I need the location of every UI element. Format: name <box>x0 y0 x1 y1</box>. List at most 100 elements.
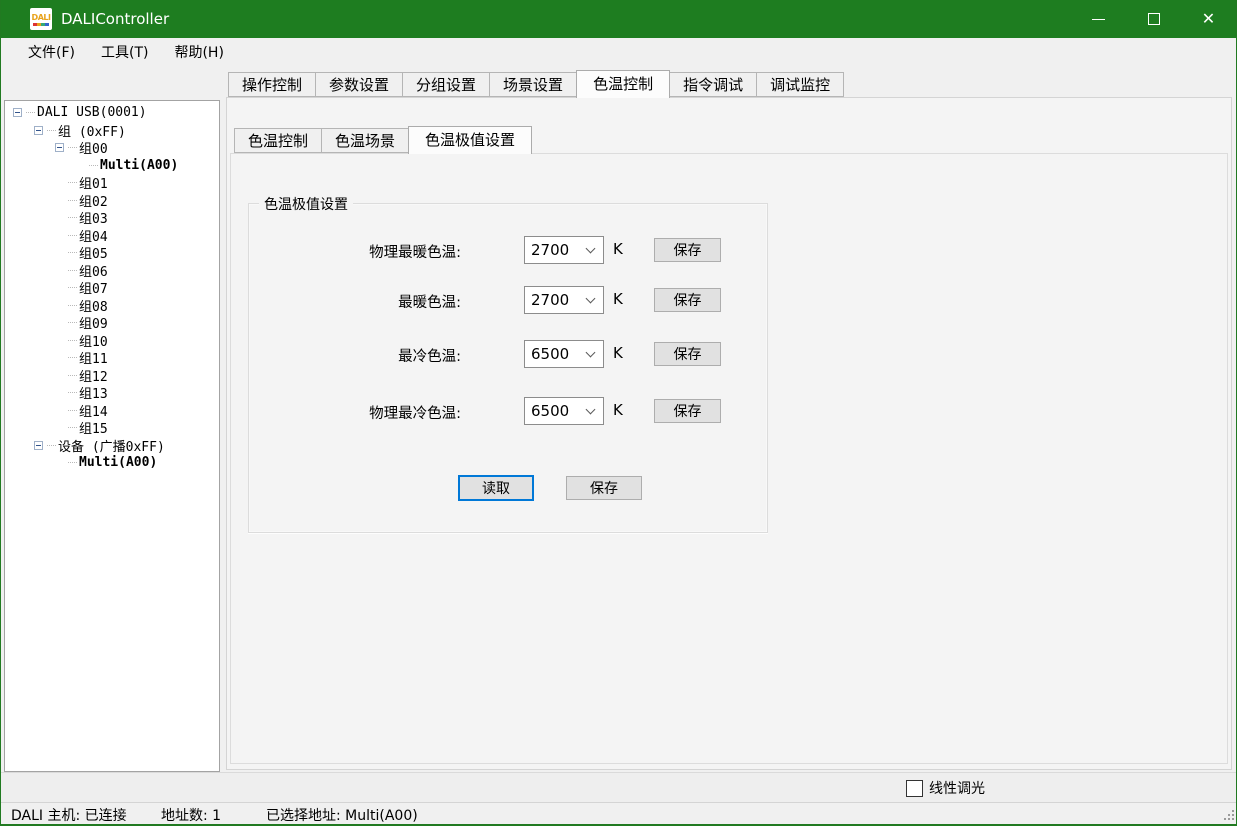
ct-field-row: 物理最冷色温: 6500 K 保存 <box>249 397 767 425</box>
chevron-down-icon[interactable] <box>586 244 596 254</box>
close-button[interactable]: ✕ <box>1181 0 1236 38</box>
field-label: 物理最冷色温: <box>249 402 461 423</box>
ct-limits-page: 色温极值设置 物理最暖色温: 2700 K 保存 最暖色温: 2700 <box>230 153 1228 764</box>
tree-connector <box>68 287 77 288</box>
tree-item-label: 组 (0xFF) <box>58 121 126 140</box>
resize-grip-icon[interactable] <box>1232 818 1234 820</box>
tree-connector <box>26 112 35 113</box>
tree-item-label: 组14 <box>79 401 108 420</box>
tree-connector <box>68 427 77 428</box>
tree-collapse-icon[interactable] <box>13 108 22 117</box>
maximize-icon <box>1148 13 1160 25</box>
maximize-button[interactable] <box>1126 0 1181 38</box>
main-tab-strip: 操作控制参数设置分组设置场景设置色温控制指令调试调试监控 <box>228 70 843 98</box>
unit-label: K <box>613 344 623 362</box>
tree-item[interactable]: Multi(A00) <box>5 454 219 472</box>
tree-connector <box>68 305 77 306</box>
tree-item[interactable]: 组00 <box>5 139 219 157</box>
main-tab[interactable]: 操作控制 <box>228 72 316 97</box>
menubar: 文件(F) 工具(T) 帮助(H) <box>1 38 1236 68</box>
minimize-button[interactable] <box>1071 0 1126 38</box>
tree-item[interactable]: 组15 <box>5 419 219 437</box>
tree-item-label: 组06 <box>79 261 108 280</box>
tree-item[interactable]: 组02 <box>5 192 219 210</box>
groupbox-title: 色温极值设置 <box>259 194 353 214</box>
tree-connector <box>68 200 77 201</box>
menu-item[interactable]: 文件(F) <box>23 39 80 67</box>
tree-item[interactable]: 组04 <box>5 227 219 245</box>
chevron-down-icon[interactable] <box>586 405 596 415</box>
tree-collapse-icon[interactable] <box>34 126 43 135</box>
ct-field-row: 最冷色温: 6500 K 保存 <box>249 340 767 368</box>
tree-item[interactable]: 组03 <box>5 209 219 227</box>
host-status: DALI 主机: 已连接 <box>11 805 127 825</box>
tree-collapse-icon[interactable] <box>34 441 43 450</box>
tree-item[interactable]: 组14 <box>5 402 219 420</box>
tree-item[interactable]: 组08 <box>5 297 219 315</box>
menu-item[interactable]: 工具(T) <box>96 39 153 67</box>
tree-item[interactable]: 组06 <box>5 262 219 280</box>
main-tab[interactable]: 色温控制 <box>576 70 670 98</box>
chevron-down-icon[interactable] <box>586 294 596 304</box>
tree-item[interactable]: 组 (0xFF) <box>5 122 219 140</box>
ct-value-combobox[interactable]: 6500 <box>524 340 604 368</box>
ct-tab[interactable]: 色温控制 <box>234 128 322 153</box>
tree-connector <box>47 445 56 446</box>
titlebar[interactable]: DALI DALIController ✕ <box>1 0 1236 38</box>
linear-dimming-checkbox[interactable] <box>906 780 923 797</box>
tree-connector <box>68 322 77 323</box>
tree-item-label: 组13 <box>79 383 108 402</box>
ct-value-combobox[interactable]: 2700 <box>524 236 604 264</box>
main-tab[interactable]: 调试监控 <box>756 72 844 97</box>
ct-value-combobox[interactable]: 6500 <box>524 397 604 425</box>
tree-item-label: Multi(A00) <box>79 455 157 470</box>
main-tab[interactable]: 分组设置 <box>402 72 490 97</box>
chevron-down-icon[interactable] <box>586 348 596 358</box>
tree-connector <box>68 147 77 148</box>
tree-item[interactable]: 组11 <box>5 349 219 367</box>
main-tab[interactable]: 参数设置 <box>315 72 403 97</box>
tree-connector <box>68 270 77 271</box>
linear-dimming-label: 线性调光 <box>929 778 985 798</box>
tree-item[interactable]: 组05 <box>5 244 219 262</box>
combobox-value: 6500 <box>525 345 587 363</box>
save-button[interactable]: 保存 <box>654 399 721 423</box>
combobox-value: 2700 <box>525 291 587 309</box>
unit-label: K <box>613 401 623 419</box>
device-tree[interactable]: DALI USB(0001) 组 (0xFF) 组00 Multi(A00) 组… <box>4 100 220 772</box>
tree-item[interactable]: 组09 <box>5 314 219 332</box>
app-window: DALI DALIController ✕ 文件(F) 工具(T) 帮助(H) DA… <box>0 0 1237 826</box>
save-all-button[interactable]: 保存 <box>566 476 642 500</box>
save-button[interactable]: 保存 <box>654 288 721 312</box>
tree-item-label: 组07 <box>79 278 108 297</box>
main-tab[interactable]: 场景设置 <box>489 72 577 97</box>
tree-item-label: 组08 <box>79 296 108 315</box>
ct-tab[interactable]: 色温极值设置 <box>408 126 532 154</box>
menu-item[interactable]: 帮助(H) <box>169 39 228 67</box>
tree-collapse-icon[interactable] <box>55 143 64 152</box>
read-button[interactable]: 读取 <box>458 475 534 501</box>
address-count: 地址数: 1 <box>161 805 221 825</box>
tree-item-label: 组09 <box>79 313 108 332</box>
tree-item[interactable]: 组01 <box>5 174 219 192</box>
tree-item[interactable]: DALI USB(0001) <box>5 104 219 122</box>
tree-connector <box>68 252 77 253</box>
tree-item[interactable]: 组13 <box>5 384 219 402</box>
tree-item[interactable]: 组12 <box>5 367 219 385</box>
tree-item-label: 组05 <box>79 243 108 262</box>
tree-item[interactable]: Multi(A00) <box>5 157 219 175</box>
ct-value-combobox[interactable]: 2700 <box>524 286 604 314</box>
tree-item[interactable]: 组10 <box>5 332 219 350</box>
tree-item-label: Multi(A00) <box>100 158 178 173</box>
tree-connector <box>68 410 77 411</box>
ct-tab[interactable]: 色温场景 <box>321 128 409 153</box>
tree-connector <box>68 340 77 341</box>
app-icon-colorbar <box>33 23 49 26</box>
save-button[interactable]: 保存 <box>654 342 721 366</box>
save-button[interactable]: 保存 <box>654 238 721 262</box>
unit-label: K <box>613 240 623 258</box>
main-tab[interactable]: 指令调试 <box>669 72 757 97</box>
tree-item[interactable]: 组07 <box>5 279 219 297</box>
tree-item[interactable]: 设备 (广播0xFF) <box>5 437 219 455</box>
linear-dimming-toggle[interactable]: 线性调光 <box>906 778 985 798</box>
